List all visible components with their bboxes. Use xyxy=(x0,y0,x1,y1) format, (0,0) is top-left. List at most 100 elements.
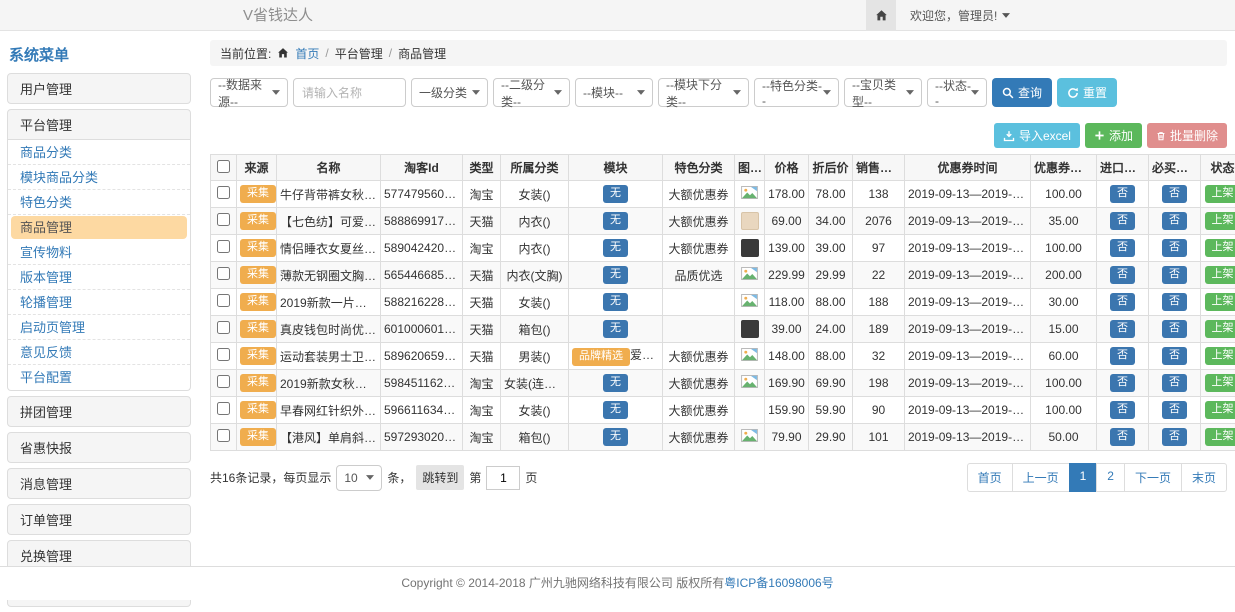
filter-select-4[interactable]: --模块-- xyxy=(575,78,653,107)
import-select-toggle[interactable]: 否 xyxy=(1110,185,1135,202)
sidebar-item-platform-0[interactable]: 商品分类 xyxy=(8,140,190,165)
sidebar-group-header-platform[interactable]: 平台管理 xyxy=(7,109,191,140)
must-buy-toggle[interactable]: 否 xyxy=(1162,401,1187,418)
filter-select-6[interactable]: --特色分类-- xyxy=(754,78,839,107)
row-checkbox[interactable] xyxy=(217,186,230,199)
status-button[interactable]: 上架 xyxy=(1205,374,1235,391)
sidebar-item-platform-9[interactable]: 平台配置 xyxy=(8,365,190,390)
import-select-toggle[interactable]: 否 xyxy=(1110,347,1135,364)
batch-delete-button[interactable]: 批量删除 xyxy=(1147,123,1227,148)
import-select-toggle[interactable]: 否 xyxy=(1110,293,1135,310)
row-checkbox[interactable] xyxy=(217,267,230,280)
module-badge[interactable]: 无 xyxy=(603,320,628,337)
status-button[interactable]: 上架 xyxy=(1205,293,1235,310)
import-select-toggle[interactable]: 否 xyxy=(1110,401,1135,418)
add-button[interactable]: 添加 xyxy=(1085,123,1142,148)
import-excel-button[interactable]: 导入excel xyxy=(994,123,1080,148)
module-badge[interactable]: 无 xyxy=(603,266,628,283)
discount-price: 88.00 xyxy=(809,289,853,316)
sidebar-item-platform-5[interactable]: 版本管理 xyxy=(8,265,190,290)
sidebar-item-platform-6[interactable]: 轮播管理 xyxy=(8,290,190,315)
import-select-toggle[interactable]: 否 xyxy=(1110,428,1135,445)
must-buy-toggle[interactable]: 否 xyxy=(1162,428,1187,445)
module-cell: 无 xyxy=(569,316,663,343)
sidebar-item-platform-2[interactable]: 特色分类 xyxy=(8,190,190,215)
row-checkbox[interactable] xyxy=(217,240,230,253)
filter-select-5[interactable]: --模块下分类-- xyxy=(658,78,749,107)
sidebar-group-header-message[interactable]: 消息管理 xyxy=(7,468,191,499)
sidebar-group-header-order[interactable]: 订单管理 xyxy=(7,504,191,535)
sidebar-item-platform-3[interactable]: 商品管理 xyxy=(11,216,187,239)
page-button-5[interactable]: 末页 xyxy=(1181,463,1227,492)
filter-select-7[interactable]: --宝贝类型-- xyxy=(844,78,922,107)
must-buy-toggle[interactable]: 否 xyxy=(1162,347,1187,364)
sidebar-group-groupbuy: 拼团管理 xyxy=(7,396,191,427)
search-button[interactable]: 查询 xyxy=(992,78,1052,107)
page-button-1[interactable]: 上一页 xyxy=(1012,463,1070,492)
module-badge[interactable]: 无 xyxy=(603,428,628,445)
sidebar-group-header-express[interactable]: 省惠快报 xyxy=(7,432,191,463)
jump-page-input[interactable] xyxy=(486,466,520,490)
product-name: 【港风】单肩斜跨链条... xyxy=(277,424,381,451)
status-button[interactable]: 上架 xyxy=(1205,320,1235,337)
filter-select-8[interactable]: --状态-- xyxy=(927,78,987,107)
product-category: 女装() xyxy=(501,181,569,208)
must-buy-toggle[interactable]: 否 xyxy=(1162,266,1187,283)
sidebar-item-platform-7[interactable]: 启动页管理 xyxy=(8,315,190,340)
page-button-0[interactable]: 首页 xyxy=(967,463,1013,492)
must-buy-toggle[interactable]: 否 xyxy=(1162,374,1187,391)
status-button[interactable]: 上架 xyxy=(1205,212,1235,229)
sidebar-group-header-groupbuy[interactable]: 拼团管理 xyxy=(7,396,191,427)
must-buy-toggle[interactable]: 否 xyxy=(1162,212,1187,229)
status-button[interactable]: 上架 xyxy=(1205,401,1235,418)
name-filter-input[interactable] xyxy=(293,78,406,107)
page-button-4[interactable]: 下一页 xyxy=(1124,463,1182,492)
user-menu[interactable]: 欢迎您，管理员! xyxy=(910,7,1010,24)
module-badge[interactable]: 品牌精选 xyxy=(572,348,630,365)
status-button[interactable]: 上架 xyxy=(1205,185,1235,202)
sidebar-item-platform-1[interactable]: 模块商品分类 xyxy=(8,165,190,190)
sidebar-item-platform-8[interactable]: 意见反馈 xyxy=(8,340,190,365)
filter-select-3[interactable]: --二级分类-- xyxy=(493,78,570,107)
per-page-select[interactable]: 10 xyxy=(336,465,382,491)
row-checkbox[interactable] xyxy=(217,402,230,415)
module-badge[interactable]: 无 xyxy=(603,374,628,391)
select-all-checkbox[interactable] xyxy=(217,160,230,173)
import-select-toggle[interactable]: 否 xyxy=(1110,320,1135,337)
home-button[interactable] xyxy=(866,0,896,31)
must-buy-toggle[interactable]: 否 xyxy=(1162,239,1187,256)
module-badge[interactable]: 无 xyxy=(603,401,628,418)
row-checkbox[interactable] xyxy=(217,294,230,307)
filter-select-2[interactable]: 一级分类 xyxy=(411,78,488,107)
status-button[interactable]: 上架 xyxy=(1205,428,1235,445)
jump-button[interactable]: 跳转到 xyxy=(416,465,464,490)
must-buy-toggle[interactable]: 否 xyxy=(1162,293,1187,310)
must-buy-toggle[interactable]: 否 xyxy=(1162,185,1187,202)
must-buy-toggle[interactable]: 否 xyxy=(1162,320,1187,337)
status-button[interactable]: 上架 xyxy=(1205,347,1235,364)
module-badge[interactable]: 无 xyxy=(603,293,628,310)
import-select-toggle[interactable]: 否 xyxy=(1110,212,1135,229)
module-badge[interactable]: 无 xyxy=(603,185,628,202)
filter-select-0[interactable]: --数据来源-- xyxy=(210,78,288,107)
icp-link[interactable]: 粤ICP备16098006号 xyxy=(724,576,833,590)
breadcrumb-home-link[interactable]: 首页 xyxy=(295,45,319,62)
import-select-toggle[interactable]: 否 xyxy=(1110,374,1135,391)
page-button-2[interactable]: 1 xyxy=(1069,463,1098,492)
module-badge[interactable]: 无 xyxy=(603,212,628,229)
sidebar-group-header-user[interactable]: 用户管理 xyxy=(7,73,191,104)
feature-category: 大额优惠券 xyxy=(663,208,735,235)
sidebar-item-platform-4[interactable]: 宣传物料 xyxy=(8,240,190,265)
page-button-3[interactable]: 2 xyxy=(1096,463,1125,492)
status-button[interactable]: 上架 xyxy=(1205,239,1235,256)
import-select-toggle[interactable]: 否 xyxy=(1110,239,1135,256)
reset-button[interactable]: 重置 xyxy=(1057,78,1117,107)
module-badge[interactable]: 无 xyxy=(603,239,628,256)
row-checkbox[interactable] xyxy=(217,321,230,334)
row-checkbox[interactable] xyxy=(217,375,230,388)
row-checkbox[interactable] xyxy=(217,348,230,361)
status-button[interactable]: 上架 xyxy=(1205,266,1235,283)
row-checkbox[interactable] xyxy=(217,429,230,442)
import-select-toggle[interactable]: 否 xyxy=(1110,266,1135,283)
row-checkbox[interactable] xyxy=(217,213,230,226)
